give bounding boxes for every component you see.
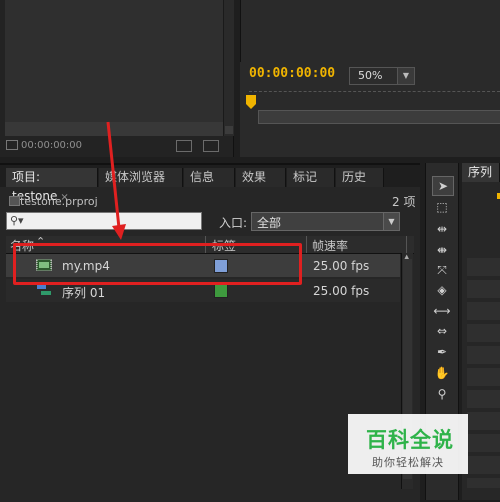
watermark-subtitle: 助你轻松解决 bbox=[372, 456, 444, 469]
watermark-logo: 百科全说 助你轻松解决 bbox=[348, 414, 468, 474]
watermark-title: 百科全说 bbox=[366, 428, 454, 452]
